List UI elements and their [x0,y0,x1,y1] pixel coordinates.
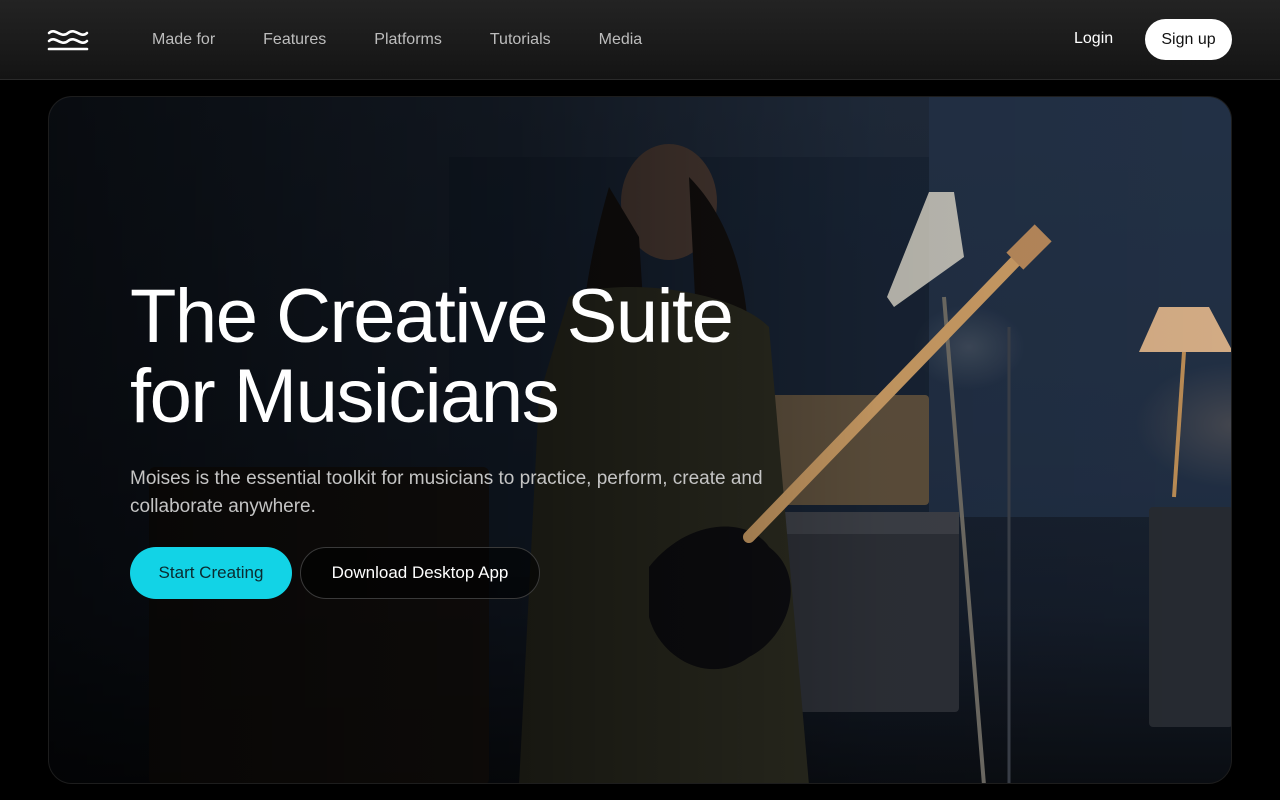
nav-item-platforms[interactable]: Platforms [374,31,442,49]
nav-item-features[interactable]: Features [263,31,326,49]
hero-dark-overlay [49,97,1231,783]
moises-logo-icon[interactable] [47,28,89,52]
main-nav: Made for Features Platforms Tutorials Me… [152,0,690,80]
hero-headline: The Creative Suite for Musicians [130,277,830,437]
download-desktop-app-button[interactable]: Download Desktop App [300,547,540,599]
headline-line-1: The Creative Suite [130,274,734,359]
nav-item-tutorials[interactable]: Tutorials [490,31,551,49]
top-navigation-bar: Made for Features Platforms Tutorials Me… [0,0,1280,80]
headline-line-2: for Musicians [130,354,560,439]
nav-item-made-for[interactable]: Made for [152,31,215,49]
hero-section: The Creative Suite for Musicians Moises … [48,96,1232,784]
start-creating-button[interactable]: Start Creating [130,547,292,599]
signup-button[interactable]: Sign up [1145,19,1232,60]
hero-subtext: Moises is the essential toolkit for musi… [130,468,763,517]
login-link[interactable]: Login [1074,30,1113,48]
nav-item-media[interactable]: Media [599,31,643,49]
